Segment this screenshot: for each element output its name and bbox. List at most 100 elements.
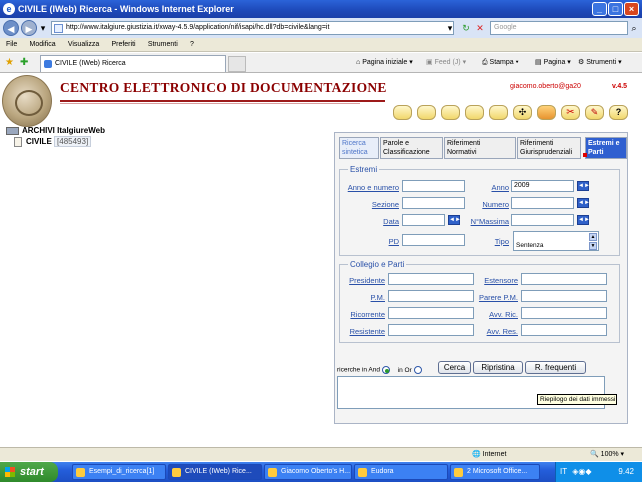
tray-icons[interactable]: ◈◉◆ <box>572 467 591 476</box>
favorites-star-icon[interactable]: ★ <box>5 57 14 68</box>
tree-root[interactable]: ARCHIVI ItalgiureWeb <box>6 126 105 135</box>
network-icon[interactable]: ✣ <box>513 105 532 120</box>
sezione-input[interactable] <box>402 197 465 209</box>
browser-tab[interactable]: CIVILE (IWeb) Ricerca <box>40 55 226 72</box>
tipo-select[interactable]: Sentenza ▲ ▼ <box>513 231 599 251</box>
scissors-icon[interactable]: ✂ <box>561 105 580 120</box>
label-ricorrente[interactable]: Ricorrente <box>341 310 385 319</box>
add-favorite-icon[interactable]: ✚ <box>20 57 28 68</box>
label-presidente[interactable]: Presidente <box>341 276 385 285</box>
window-titlebar[interactable]: e CIVILE (IWeb) Ricerca - Windows Intern… <box>0 0 642 18</box>
radio-and[interactable] <box>381 366 390 374</box>
presidente-input[interactable] <box>388 273 474 285</box>
address-text: http://www.italgiure.giustizia.it/xway-4… <box>66 24 330 31</box>
data-input[interactable] <box>402 214 445 226</box>
new-tab-button[interactable] <box>228 56 246 72</box>
label-data[interactable]: Data <box>343 217 399 226</box>
tools-menu-button[interactable]: ⚙ Strumenti ▾ <box>578 57 622 69</box>
taskbar-item-office[interactable]: 2 Microsoft Office... <box>450 464 540 480</box>
history-dropdown-icon[interactable]: ▾ <box>37 21 49 35</box>
toolbar-oval-icon-3[interactable] <box>441 105 460 120</box>
close-button[interactable]: × <box>624 2 639 16</box>
menu-preferiti[interactable]: Preferiti <box>111 38 135 52</box>
frequenti-button[interactable]: R. frequenti <box>525 361 586 374</box>
numero-picker-icon[interactable]: ◄► <box>577 198 590 208</box>
search-input[interactable]: Google <box>490 21 628 35</box>
print-button[interactable]: ⎙ Stampa ▾ <box>482 57 519 69</box>
taskbar-item-eudora[interactable]: Eudora <box>354 464 448 480</box>
address-bar[interactable]: http://www.italgiure.giustizia.it/xway-4… <box>51 21 454 35</box>
estensore-input[interactable] <box>521 273 607 285</box>
label-avv-ric[interactable]: Avv. Ric. <box>474 310 518 319</box>
menu-modifica[interactable]: Modifica <box>30 38 56 52</box>
address-dropdown-icon[interactable]: ▾ <box>444 21 456 35</box>
label-parere-pm[interactable]: Parere P.M. <box>471 293 518 302</box>
clock[interactable]: 9.42 <box>618 462 634 482</box>
tab-estremi-parti[interactable]: Estremi e Parti <box>583 137 627 159</box>
search-icon[interactable]: ⌕ <box>628 21 640 35</box>
cerca-button[interactable]: Cerca <box>438 361 471 374</box>
start-button[interactable]: start <box>0 462 58 482</box>
help-icon[interactable]: ? <box>609 105 628 120</box>
anno-numero-input[interactable] <box>402 180 465 192</box>
refresh-icon[interactable]: ↻ <box>460 21 472 35</box>
label-massima[interactable]: N°Massima <box>461 217 509 226</box>
language-indicator[interactable]: IT <box>560 467 567 476</box>
label-pm[interactable]: P.M. <box>341 293 385 302</box>
avv-res-input[interactable] <box>521 324 607 336</box>
parere-pm-input[interactable] <box>521 290 607 302</box>
radio-or[interactable] <box>413 366 422 374</box>
minimize-button[interactable]: _ <box>592 2 607 16</box>
anno-picker-icon[interactable]: ◄► <box>577 181 590 191</box>
page-menu-button[interactable]: ▤ Pagina ▾ <box>535 57 571 69</box>
toolbar-oval-icon-4[interactable] <box>465 105 484 120</box>
zoom-level[interactable]: 🔍 100% ▾ <box>590 449 624 461</box>
label-pd[interactable]: PD <box>343 237 399 246</box>
taskbar-item-giacomo[interactable]: Giacomo Oberto's H... <box>264 464 352 480</box>
document-count: [485493] <box>54 136 92 148</box>
label-avv-res[interactable]: Avv. Res. <box>474 327 518 336</box>
ripristina-button[interactable]: Ripristina <box>473 361 523 374</box>
pencil-icon[interactable]: ✎ <box>585 105 604 120</box>
avv-ric-input[interactable] <box>521 307 607 319</box>
ricorrente-input[interactable] <box>388 307 474 319</box>
menu-visualizza[interactable]: Visualizza <box>68 38 99 52</box>
back-icon[interactable]: ◀ <box>3 20 19 36</box>
taskbar-item-civile[interactable]: CIVILE (IWeb) Rice... <box>168 464 262 480</box>
home-button[interactable]: ⌂ Pagina iniziale ▾ <box>356 57 413 69</box>
menu-strumenti[interactable]: Strumenti <box>148 38 178 52</box>
tab-ricerca-sintetica[interactable]: Ricerca sintetica <box>339 137 379 159</box>
pd-input[interactable] <box>402 234 465 246</box>
label-estensore[interactable]: Estensore <box>474 276 518 285</box>
label-tipo[interactable]: Tipo <box>475 237 509 246</box>
menu-file[interactable]: File <box>6 38 17 52</box>
tab-riferimenti-normativi[interactable]: Riferimenti Normativi <box>444 137 516 159</box>
pm-input[interactable] <box>388 290 474 302</box>
anno-input[interactable]: 2009 <box>511 180 574 192</box>
toolbar-oval-icon-1[interactable] <box>393 105 412 120</box>
data-picker-icon[interactable]: ◄► <box>448 215 461 225</box>
resistente-input[interactable] <box>388 324 474 336</box>
feed-button[interactable]: ▣ Feed (J) ▾ <box>426 57 466 69</box>
label-numero[interactable]: Numero <box>465 200 509 209</box>
label-anno-numero[interactable]: Anno e numero <box>343 183 399 192</box>
label-anno[interactable]: Anno <box>475 183 509 192</box>
maximize-button[interactable]: □ <box>608 2 623 16</box>
label-sezione[interactable]: Sezione <box>343 200 399 209</box>
forward-icon[interactable]: ▶ <box>21 20 37 36</box>
menu-help[interactable]: ? <box>190 38 194 52</box>
scroll-up-icon[interactable]: ▲ <box>589 233 597 241</box>
massima-picker-icon[interactable]: ◄► <box>577 215 590 225</box>
massima-input[interactable] <box>511 214 574 226</box>
taskbar-item-esempi[interactable]: Esempi_di_ricerca[1] <box>72 464 166 480</box>
tab-parole-classificazione[interactable]: Parole e Classificazione <box>380 137 443 159</box>
toolbar-oval-icon-5[interactable] <box>489 105 508 120</box>
label-resistente[interactable]: Resistente <box>341 327 385 336</box>
numero-input[interactable] <box>511 197 574 209</box>
stop-icon[interactable]: ✕ <box>474 21 486 35</box>
tree-item-civile[interactable]: CIVILE [485493] <box>12 136 92 148</box>
scroll-down-icon[interactable]: ▼ <box>589 242 597 250</box>
home-tool-icon[interactable] <box>537 105 556 120</box>
toolbar-oval-icon-2[interactable] <box>417 105 436 120</box>
tab-riferimenti-giurisprudenziali[interactable]: Riferimenti Giurisprudenziali <box>517 137 581 159</box>
